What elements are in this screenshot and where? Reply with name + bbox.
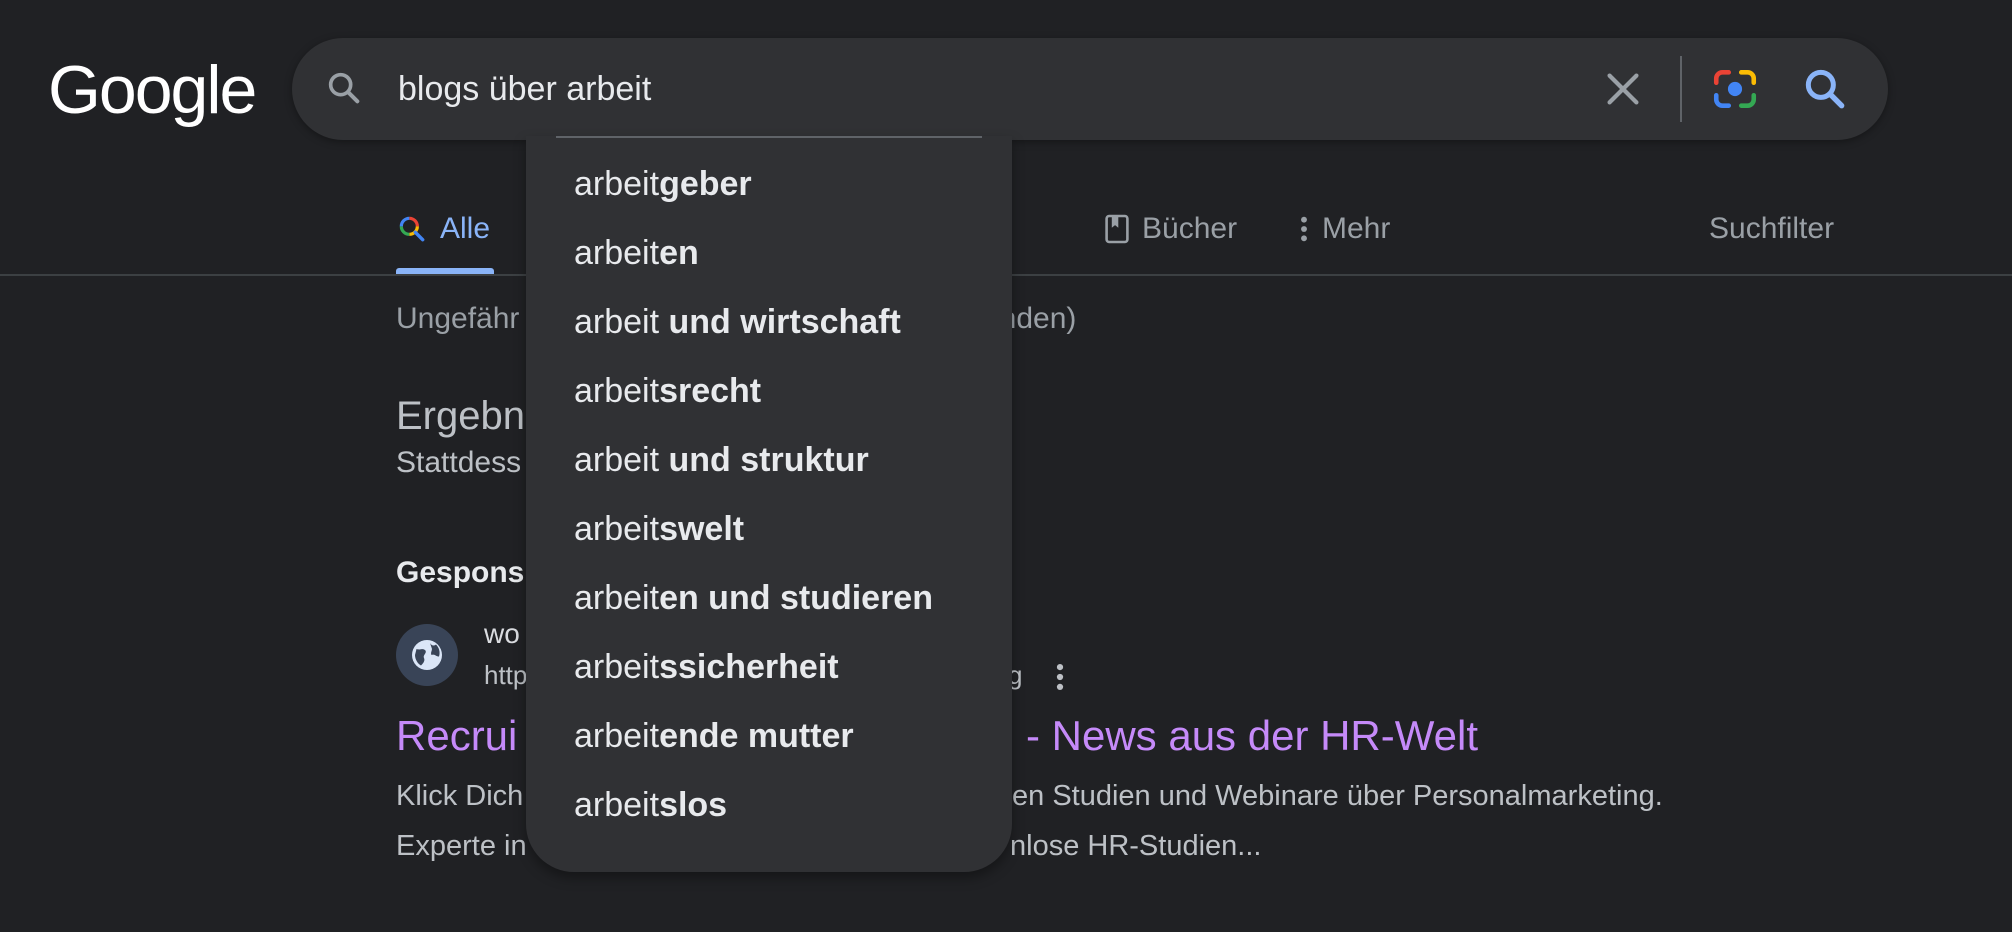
ad-snippet-line1-start: Klick Dich [396,780,524,812]
suggestion-prefix: arbeit [574,579,660,617]
suggestion-item[interactable]: arbeit ende mutter [526,702,1012,771]
suggestion-completion: srecht [659,372,762,410]
globe-icon [412,640,442,670]
suggestion-prefix: arbeit [574,510,660,548]
tab-mehr[interactable]: Mehr [1298,204,1390,254]
ad-snippet-line2-end: nlose HR-Studien... [1010,830,1262,862]
suggestion-completion: ssicherheit [659,648,839,686]
suggestion-prefix: arbeit [574,441,660,479]
ad-site-name[interactable]: wo [484,618,520,650]
suggestion-completion: und struktur [659,441,869,479]
suggestion-item[interactable]: arbeit ssicherheit [526,633,1012,702]
clear-search-button[interactable] [1600,66,1646,112]
close-icon [1607,73,1639,105]
sponsored-label: Gespons [396,556,525,589]
suggestion-item[interactable]: arbeit und struktur [526,426,1012,495]
suggestion-prefix: arbeit [574,372,660,410]
suggestion-completion: en und studieren [659,579,933,617]
tab-label: Mehr [1322,212,1391,245]
result-stats-start: Ungefähr [396,302,520,335]
ad-title-link[interactable]: Recrui [396,712,517,760]
tab-alle[interactable]: Alle [396,204,490,254]
results-for-heading: Ergebn [396,394,525,438]
suggestion-item[interactable]: arbeit en [526,219,1012,288]
search-icon [1805,69,1845,109]
ad-options-button[interactable] [1050,660,1070,694]
suggestion-item[interactable]: arbeit slos [526,771,1012,840]
search-box [292,38,1888,140]
active-tab-indicator [396,268,494,274]
suggestion-completion: slos [659,786,728,824]
suggestion-completion: ende mutter [659,717,854,755]
suggestion-list: arbeit geber arbeit en arbeit und wirtscha… [526,150,1012,840]
ad-favicon[interactable] [396,624,458,686]
suggestion-prefix: arbeit [574,303,660,341]
dropdown-divider [556,136,982,138]
search-instead-line[interactable]: Stattdess [396,446,521,480]
more-vert-icon [1298,213,1310,245]
suggestion-item[interactable]: arbeit geber [526,150,1012,219]
suggestion-item[interactable]: arbeit swelt [526,495,1012,564]
search-icon [396,213,428,245]
result-stats: Ungefähr [396,302,519,336]
ad-url[interactable]: http [484,660,527,691]
ad-title-link-end[interactable]: - News aus der HR-Welt [1026,712,1478,760]
tab-label: Bücher [1142,212,1238,245]
search-box-divider [1680,56,1682,122]
suggestion-completion: und wirtschaft [659,303,901,341]
google-logo[interactable]: Google [48,50,257,130]
suggestion-prefix: arbeit [574,165,660,203]
ad-snippet-line1-end: en Studien und Webinare über Personalmar… [1012,780,1663,812]
suggestion-prefix: arbeit [574,648,660,686]
suggestion-item[interactable]: arbeit srecht [526,357,1012,426]
suggestion-item[interactable]: arbeit und wirtschaft [526,288,1012,357]
suggestion-completion: swelt [659,510,745,548]
search-input[interactable] [398,64,1498,114]
search-filter-label: Suchfilter [1709,212,1835,245]
search-filter-button[interactable]: Suchfilter [1709,204,1834,254]
tab-buecher[interactable]: Bücher [1104,204,1237,254]
more-vert-icon [1056,663,1064,691]
book-icon [1104,213,1130,245]
suggestion-completion: geber [659,165,752,203]
ad-snippet-line2-start: Experte in [396,830,527,862]
autocomplete-dropdown: arbeit geber arbeit en arbeit und wirtscha… [526,136,1012,872]
search-submit-button[interactable] [1800,64,1850,114]
search-icon [324,68,364,108]
suggestion-completion: en [659,234,699,272]
suggestion-item[interactable]: arbeit en und studieren [526,564,1012,633]
suggestion-prefix: arbeit [574,234,660,272]
google-lens-icon [1713,70,1757,108]
suggestion-prefix: arbeit [574,786,660,824]
tab-label: Alle [440,212,491,245]
google-lens-button[interactable] [1710,64,1760,114]
suggestion-prefix: arbeit [574,717,660,755]
